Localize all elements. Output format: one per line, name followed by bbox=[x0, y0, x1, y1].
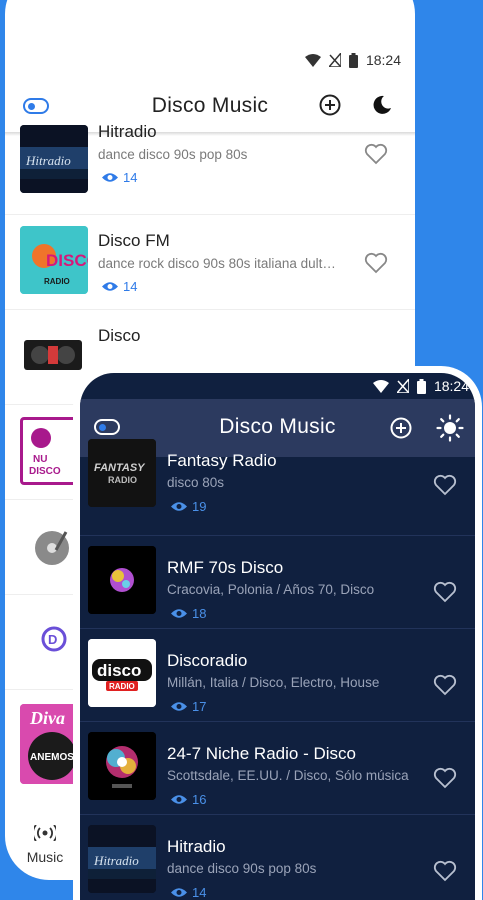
add-circle-icon[interactable] bbox=[318, 93, 342, 117]
eye-icon bbox=[171, 702, 187, 711]
logo-subtext: DISCO bbox=[29, 466, 61, 477]
signal-icon bbox=[328, 53, 341, 67]
logo-text: Diva bbox=[29, 708, 65, 728]
station-name: 24-7 Niche Radio - Disco bbox=[167, 744, 356, 763]
svg-text:D: D bbox=[48, 632, 57, 647]
heart-icon[interactable] bbox=[433, 674, 457, 696]
station-logo: Diva ANEMOS bbox=[20, 704, 88, 784]
svg-text:Hitradio: Hitradio bbox=[25, 153, 71, 168]
station-genre: Cracovia, Polonia / Años 70, Disco bbox=[167, 582, 375, 597]
view-count: 18 bbox=[171, 606, 206, 621]
app-title: Disco Music bbox=[219, 415, 336, 438]
dark-phone: 18:24 Disco Music FANTASY RADIO Fantasy R… bbox=[80, 373, 475, 900]
heart-icon[interactable] bbox=[364, 143, 388, 165]
list-item[interactable]: Hitradio Hitradio dance disco 90s pop 80… bbox=[5, 120, 415, 215]
station-logo: D bbox=[20, 609, 88, 677]
nav-label: Music bbox=[26, 849, 64, 865]
wifi-icon bbox=[304, 53, 321, 67]
battery-icon bbox=[416, 378, 426, 394]
station-genre: disco 80s bbox=[167, 475, 225, 490]
logo-subtext: RADIO bbox=[109, 682, 135, 691]
add-circle-icon[interactable] bbox=[389, 416, 413, 440]
status-time: 18:24 bbox=[365, 52, 401, 68]
eye-icon bbox=[102, 173, 118, 182]
view-count-value: 17 bbox=[192, 699, 207, 714]
view-count: 17 bbox=[171, 699, 206, 714]
view-count-value: 19 bbox=[192, 499, 207, 514]
station-name: Fantasy Radio bbox=[167, 451, 277, 470]
logo-text: disco bbox=[97, 661, 141, 680]
view-count-value: 14 bbox=[123, 170, 138, 185]
station-genre: dance disco 90s pop 80s bbox=[167, 861, 317, 876]
station-logo: Hitradio bbox=[88, 825, 156, 893]
station-logo: disco RADIO bbox=[88, 639, 156, 707]
moon-icon[interactable] bbox=[370, 93, 394, 117]
view-count-value: 18 bbox=[192, 606, 207, 621]
station-name: Disco FM bbox=[98, 231, 170, 250]
logo-subtext: RADIO bbox=[108, 475, 137, 485]
station-logo bbox=[88, 732, 156, 800]
station-name: Hitradio bbox=[167, 837, 226, 856]
station-name: Disco bbox=[98, 326, 141, 345]
logo-text: DISCO bbox=[46, 251, 88, 270]
status-bar: 18:24 bbox=[80, 373, 475, 399]
heart-icon[interactable] bbox=[433, 767, 457, 789]
view-count-value: 14 bbox=[192, 885, 207, 900]
heart-icon[interactable] bbox=[433, 581, 457, 603]
sun-icon[interactable] bbox=[436, 414, 464, 442]
wifi-icon bbox=[372, 379, 389, 393]
list-item[interactable]: disco RADIO Discoradio Millán, Italia / D… bbox=[80, 629, 475, 722]
list-item[interactable]: RMF 70s Disco Cracovia, Polonia / Años 7… bbox=[80, 536, 475, 629]
view-count: 14 bbox=[102, 279, 137, 294]
station-name: Hitradio bbox=[98, 122, 157, 141]
station-genre: dance rock disco 90s 80s italiana dult… bbox=[98, 256, 336, 271]
view-count-value: 14 bbox=[123, 279, 138, 294]
radio-waves-icon bbox=[34, 825, 56, 841]
battery-icon bbox=[348, 52, 358, 68]
view-count: 19 bbox=[171, 499, 206, 514]
logo-subtext: RADIO bbox=[44, 277, 70, 286]
list-item[interactable]: DISCO RADIO Disco FM dance rock disco 90s… bbox=[5, 215, 415, 310]
station-name: Discoradio bbox=[167, 651, 248, 670]
signal-icon bbox=[396, 379, 409, 393]
list-item[interactable]: Hitradio Hitradio dance disco 90s pop 80… bbox=[80, 815, 475, 900]
status-time: 18:24 bbox=[433, 378, 469, 394]
logo-text: FANTASY bbox=[94, 462, 146, 474]
logo-text: NU bbox=[33, 454, 47, 465]
station-logo: DISCO RADIO bbox=[20, 226, 88, 294]
station-genre: Scottsdale, EE.UU. / Disco, Sólo música bbox=[167, 768, 409, 783]
station-logo: FANTASY RADIO bbox=[88, 439, 156, 507]
station-name: RMF 70s Disco bbox=[167, 558, 284, 577]
view-count: 14 bbox=[102, 170, 137, 185]
station-genre: Millán, Italia / Disco, Electro, House bbox=[167, 675, 380, 690]
eye-icon bbox=[171, 888, 187, 897]
heart-icon[interactable] bbox=[364, 252, 388, 274]
view-count: 16 bbox=[171, 792, 206, 807]
view-count-value: 16 bbox=[192, 792, 207, 807]
status-bar: 18:24 bbox=[5, 48, 415, 72]
heart-icon[interactable] bbox=[433, 474, 457, 496]
station-logo bbox=[20, 514, 88, 582]
nav-item-music[interactable]: Music bbox=[5, 825, 85, 865]
station-logo bbox=[88, 546, 156, 614]
station-genre: dance disco 90s pop 80s bbox=[98, 147, 248, 162]
eye-icon bbox=[171, 795, 187, 804]
list-item[interactable]: 24-7 Niche Radio - Disco Scottsdale, EE.… bbox=[80, 722, 475, 815]
station-logo: Hitradio bbox=[20, 125, 88, 193]
list-item[interactable]: FANTASY RADIO Fantasy Radio disco 80s 19 bbox=[80, 439, 475, 536]
logo-subtext: ANEMOS bbox=[30, 752, 74, 763]
view-count: 14 bbox=[171, 885, 206, 900]
heart-icon[interactable] bbox=[433, 860, 457, 882]
station-logo: NU DISCO bbox=[20, 417, 88, 485]
eye-icon bbox=[171, 502, 187, 511]
station-logo bbox=[20, 332, 88, 378]
eye-icon bbox=[171, 609, 187, 618]
logo-text: Hitradio bbox=[93, 853, 139, 868]
app-title: Disco Music bbox=[151, 94, 269, 117]
eye-icon bbox=[102, 282, 118, 291]
